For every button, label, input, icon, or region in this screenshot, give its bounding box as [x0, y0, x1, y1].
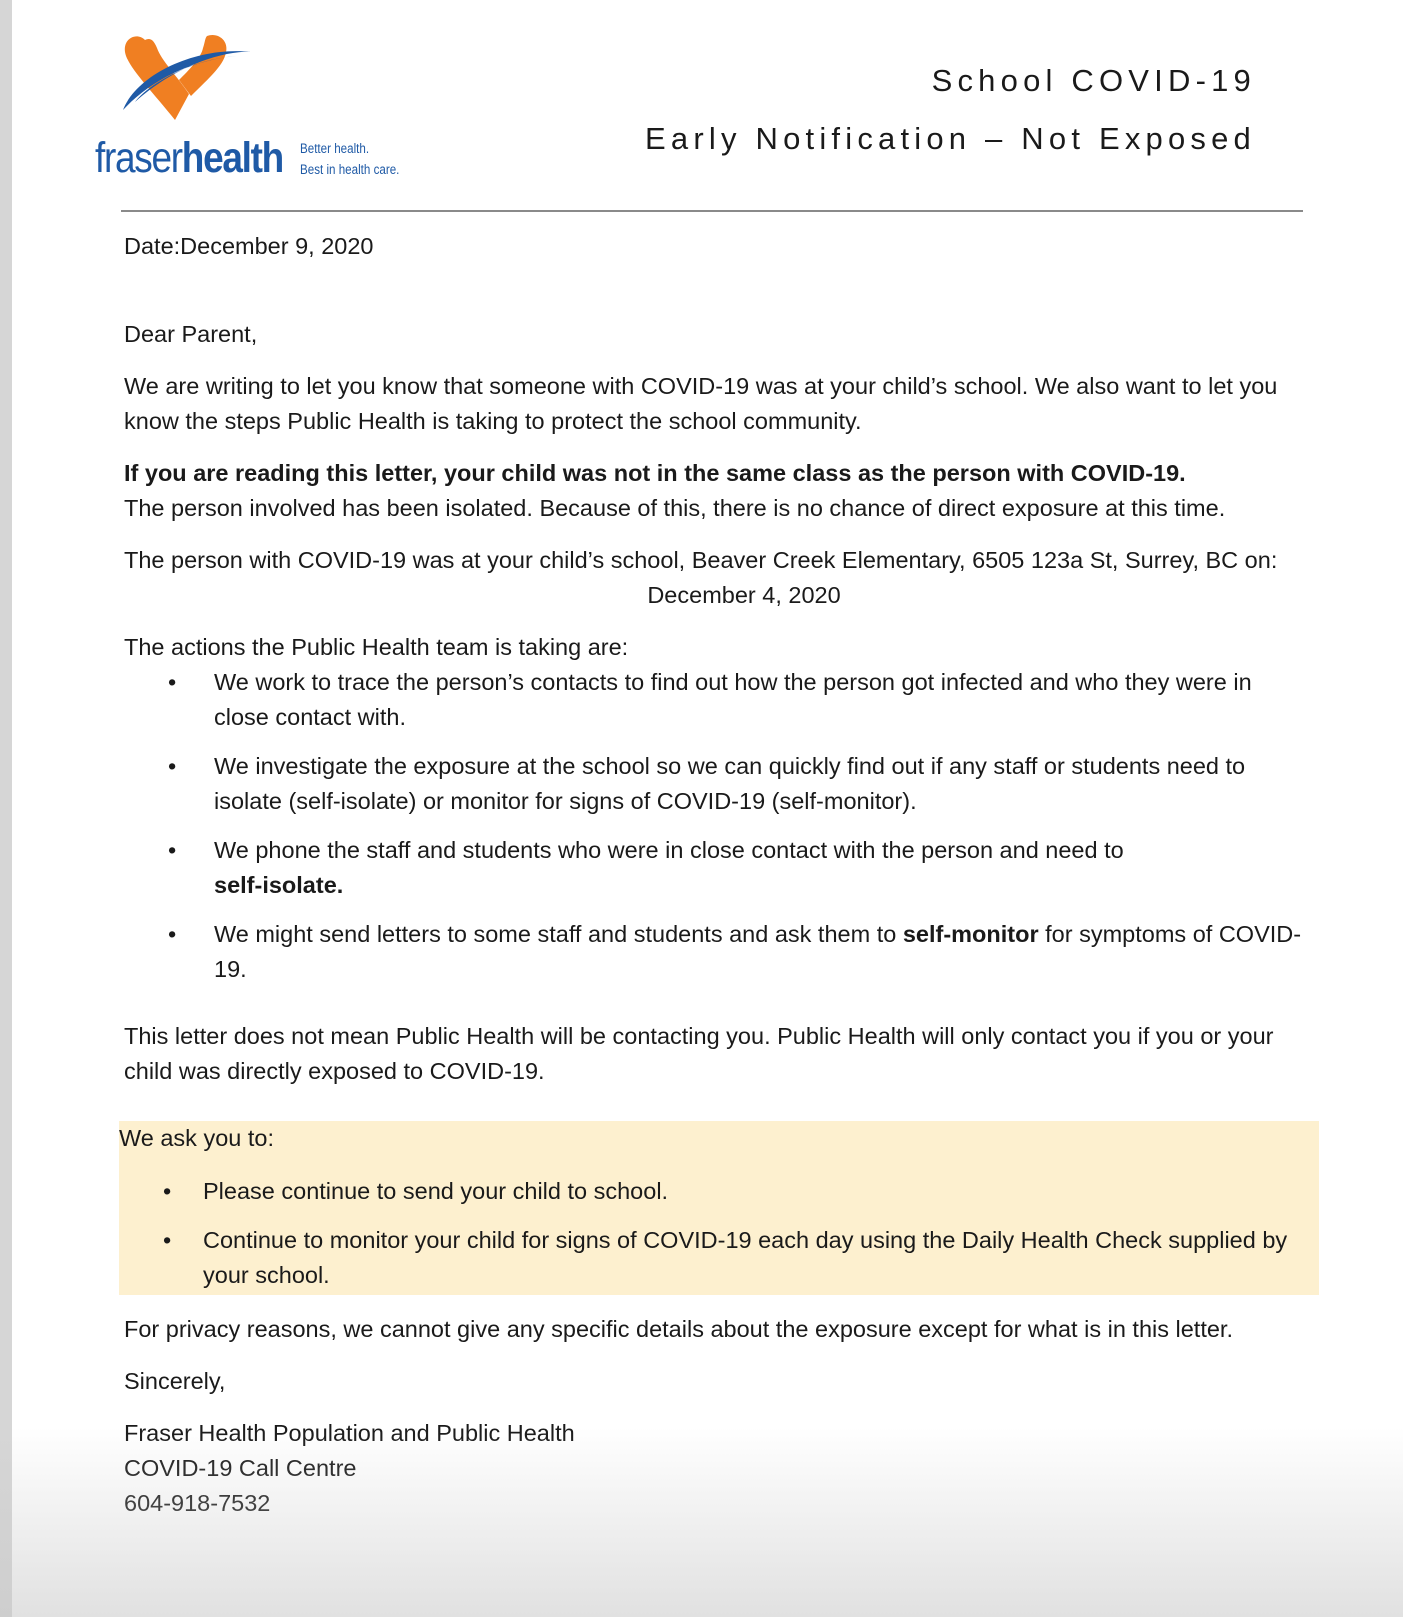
no-contact-paragraph: This letter does not mean Public Health …: [124, 1023, 1274, 1084]
logo-tagline: Better health. Best in health care.: [300, 141, 400, 177]
bullet: •: [168, 837, 177, 863]
fraser-health-logo: fraserhealth Better health. Best in heal…: [95, 30, 415, 190]
title-line-1: School COVID-19: [931, 63, 1256, 98]
letter-date: Date:December 9, 2020: [124, 233, 374, 259]
signature-block: Fraser Health Population and Public Heal…: [124, 1416, 1304, 1521]
list-item: • Continue to monitor your child for sign…: [119, 1223, 1319, 1293]
bullet: •: [163, 1227, 172, 1253]
privacy-paragraph: For privacy reasons, we cannot give any …: [124, 1316, 1233, 1342]
actions-list: • We work to trace the person’s contacts …: [124, 665, 1304, 987]
letter-title: School COVID-19 Early Notification – Not…: [645, 52, 1256, 168]
title-line-2: Early Notification – Not Exposed: [645, 121, 1256, 156]
bullet: •: [168, 753, 177, 779]
actions-heading: The actions the Public Health team is ta…: [124, 634, 629, 660]
ask-highlight-box: We ask you to: • Please continue to send …: [119, 1121, 1319, 1295]
intro-paragraph: We are writing to let you know that some…: [124, 373, 1278, 434]
letter-body: Date:December 9, 2020 Dear Parent, We ar…: [119, 225, 1319, 1521]
bullet: •: [168, 669, 177, 695]
list-item: • We might send letters to some staff and…: [124, 917, 1304, 987]
logo-wordmark: fraserhealth: [95, 134, 284, 182]
signature-line: COVID-19 Call Centre: [124, 1455, 357, 1481]
bullet: •: [168, 921, 177, 947]
bullet: •: [163, 1178, 172, 1204]
header-divider: [121, 210, 1303, 212]
list-item: • We work to trace the person’s contacts …: [124, 665, 1304, 735]
not-same-class-paragraph: If you are reading this letter, your chi…: [124, 460, 1226, 521]
closing: Sincerely,: [124, 1368, 226, 1394]
list-item: • We phone the staff and students who wer…: [124, 833, 1304, 903]
list-item: • We investigate the exposure at the scho…: [124, 749, 1304, 819]
exposure-date: December 4, 2020: [647, 582, 841, 608]
page-edge: [0, 0, 12, 1617]
heart-swoosh-icon: [123, 34, 251, 120]
signature-phone: 604-918-7532: [124, 1490, 271, 1516]
list-item: • Please continue to send your child to s…: [119, 1174, 1319, 1209]
signature-line: Fraser Health Population and Public Heal…: [124, 1420, 575, 1446]
ask-list: • Please continue to send your child to s…: [119, 1174, 1319, 1293]
location-paragraph: The person with COVID-19 was at your chi…: [124, 547, 1278, 573]
ask-heading: We ask you to:: [119, 1125, 274, 1151]
salutation: Dear Parent,: [124, 321, 258, 347]
